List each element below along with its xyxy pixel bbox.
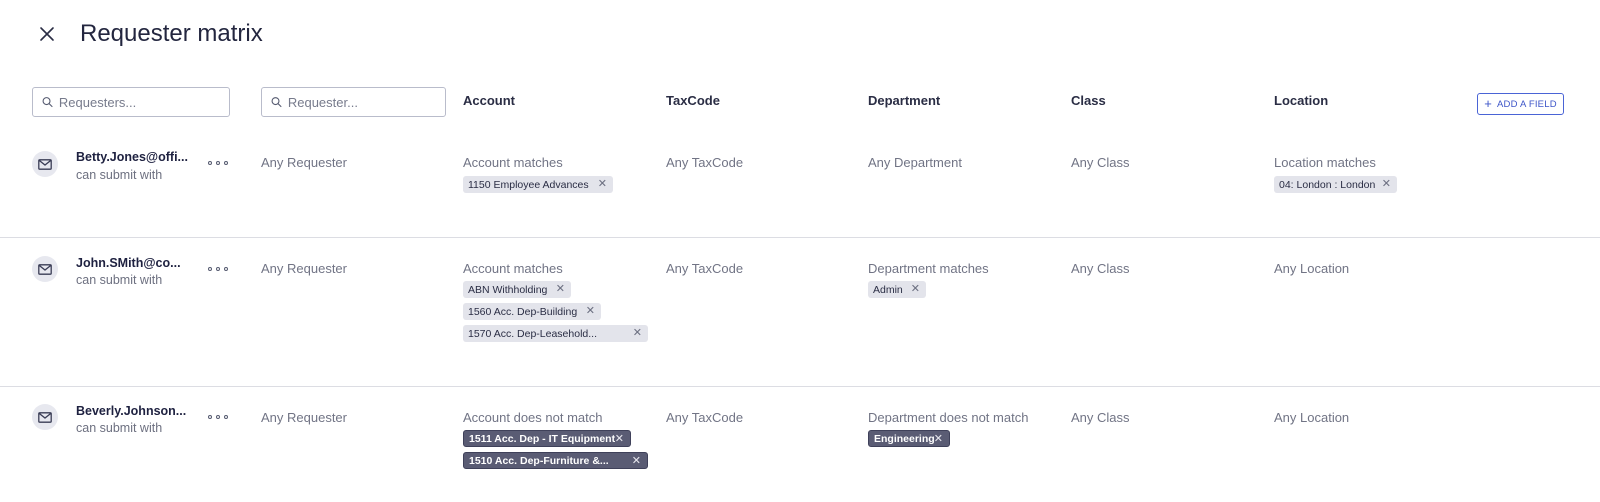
requester-avatar bbox=[32, 256, 58, 282]
requester-search-input[interactable] bbox=[287, 94, 445, 110]
location-rule: Any Location bbox=[1274, 410, 1350, 425]
remove-x-icon[interactable]: ✕ bbox=[911, 282, 920, 297]
add-field-label: ADD A FIELD bbox=[1497, 98, 1557, 110]
requester-subtext: can submit with bbox=[76, 273, 163, 287]
remove-x-icon[interactable]: ✕ bbox=[934, 432, 943, 447]
requester-avatar bbox=[32, 151, 58, 177]
class-rule: Any Class bbox=[1071, 261, 1130, 276]
requester-subtext: can submit with bbox=[76, 168, 163, 182]
class-rule: Any Class bbox=[1071, 155, 1130, 170]
chip-label: ABN Withholding bbox=[468, 283, 548, 296]
account-chip: 1510 Acc. Dep-Furniture &... ✕ bbox=[463, 452, 648, 469]
requester-subtext: can submit with bbox=[76, 421, 163, 435]
requesters-search bbox=[32, 87, 230, 117]
account-chip: 1150 Employee Advances ✕ bbox=[463, 176, 613, 193]
remove-x-icon[interactable]: ✕ bbox=[586, 304, 595, 319]
requester-email[interactable]: John.SMith@co... bbox=[76, 256, 181, 270]
account-chip: 1560 Acc. Dep-Building ✕ bbox=[463, 303, 601, 320]
chip-label: 04: London : London bbox=[1279, 178, 1376, 191]
row-divider bbox=[0, 386, 1600, 387]
class-rule: Any Class bbox=[1071, 410, 1130, 425]
more-options-button[interactable] bbox=[208, 412, 228, 422]
department-rule: Any Department bbox=[868, 155, 962, 170]
requesters-search-input[interactable] bbox=[58, 94, 229, 110]
close-icon bbox=[40, 27, 54, 41]
column-header-department: Department bbox=[868, 93, 941, 108]
remove-x-icon[interactable]: ✕ bbox=[1382, 177, 1391, 192]
location-rule: Location matches bbox=[1274, 155, 1376, 170]
requester-email[interactable]: Beverly.Johnson... bbox=[76, 404, 186, 418]
remove-x-icon[interactable]: ✕ bbox=[632, 454, 641, 469]
account-chip: 1570 Acc. Dep-Leasehold... ✕ bbox=[463, 325, 648, 342]
account-rule: Account does not match bbox=[463, 410, 603, 425]
taxcode-rule: Any TaxCode bbox=[666, 261, 744, 276]
requester-cell: Any Requester bbox=[261, 155, 347, 170]
remove-x-icon[interactable]: ✕ bbox=[598, 177, 607, 192]
chip-label: 1560 Acc. Dep-Building bbox=[468, 305, 578, 318]
column-header-location: Location bbox=[1274, 93, 1329, 108]
chip-label: 1570 Acc. Dep-Leasehold... bbox=[468, 327, 598, 340]
requester-cell: Any Requester bbox=[261, 261, 347, 276]
remove-x-icon[interactable]: ✕ bbox=[556, 282, 565, 297]
account-chip: ABN Withholding ✕ bbox=[463, 281, 571, 298]
chip-label: 1150 Employee Advances bbox=[468, 178, 589, 191]
location-chip: 04: London : London ✕ bbox=[1274, 176, 1397, 193]
plus-icon: + bbox=[1484, 96, 1493, 111]
mail-icon bbox=[38, 411, 52, 423]
chip-label: Engineering bbox=[874, 432, 935, 445]
taxcode-rule: Any TaxCode bbox=[666, 155, 744, 170]
remove-x-icon[interactable]: ✕ bbox=[633, 326, 642, 341]
department-chip: Admin ✕ bbox=[868, 281, 926, 298]
chip-label: 1511 Acc. Dep - IT Equipment bbox=[469, 432, 616, 445]
more-options-button[interactable] bbox=[208, 264, 228, 274]
requester-avatar bbox=[32, 404, 58, 430]
department-chip: Engineering ✕ bbox=[868, 430, 950, 447]
search-icon bbox=[271, 97, 282, 108]
mail-icon bbox=[38, 158, 52, 170]
search-icon bbox=[42, 97, 53, 108]
account-rule: Account matches bbox=[463, 155, 563, 170]
column-header-account: Account bbox=[463, 93, 515, 108]
row-divider bbox=[0, 237, 1600, 238]
account-chip: 1511 Acc. Dep - IT Equipment ✕ bbox=[463, 430, 631, 447]
column-header-taxcode: TaxCode bbox=[666, 93, 720, 108]
page-title: Requester matrix bbox=[80, 20, 263, 47]
page-header: Requester matrix bbox=[36, 18, 263, 50]
mail-icon bbox=[38, 263, 52, 275]
add-field-button[interactable]: + ADD A FIELD bbox=[1477, 93, 1564, 115]
requester-email[interactable]: Betty.Jones@offi... bbox=[76, 150, 188, 164]
department-rule: Department matches bbox=[868, 261, 989, 276]
taxcode-rule: Any TaxCode bbox=[666, 410, 744, 425]
requester-search bbox=[261, 87, 446, 117]
column-header-class: Class bbox=[1071, 93, 1106, 108]
more-options-button[interactable] bbox=[208, 158, 228, 168]
remove-x-icon[interactable]: ✕ bbox=[615, 432, 624, 447]
chip-label: 1510 Acc. Dep-Furniture &... bbox=[469, 454, 609, 467]
location-rule: Any Location bbox=[1274, 261, 1350, 276]
requester-cell: Any Requester bbox=[261, 410, 347, 425]
department-rule: Department does not match bbox=[868, 410, 1029, 425]
chip-label: Admin bbox=[873, 283, 903, 296]
close-button[interactable] bbox=[36, 23, 58, 45]
account-rule: Account matches bbox=[463, 261, 563, 276]
